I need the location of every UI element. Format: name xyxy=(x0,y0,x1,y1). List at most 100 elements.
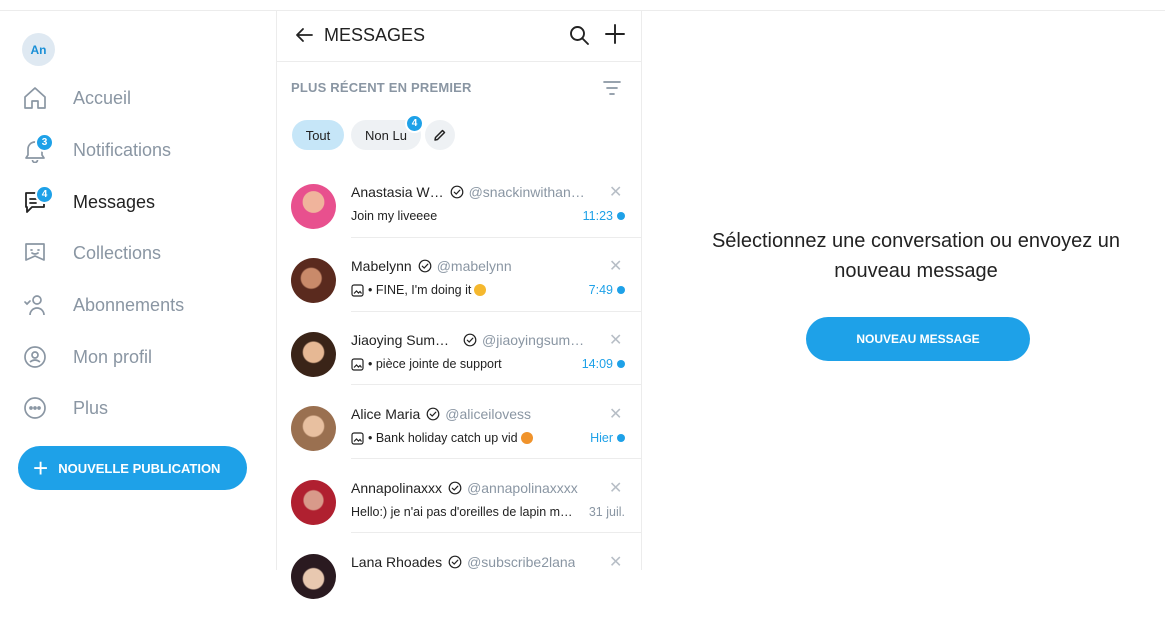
message-time: 31 juil. xyxy=(588,505,625,519)
close-icon[interactable]: ✕ xyxy=(609,333,622,349)
close-icon[interactable]: ✕ xyxy=(609,407,622,423)
contact-name: Mabelynn xyxy=(351,258,412,274)
filter-unread-chip[interactable]: Non Lu 4 xyxy=(351,114,424,150)
conversation-preview: • FINE, I'm doing it 7:49 xyxy=(351,283,625,297)
message-preview: • pièce jointe de support xyxy=(368,357,502,371)
bell-icon: 3 xyxy=(22,133,54,164)
conversation-header: Jiaoying Sum… @jiaoyingsum… xyxy=(351,332,591,348)
unread-dot xyxy=(617,212,625,220)
chat-icon: 4 xyxy=(22,185,54,215)
avatar xyxy=(291,406,336,451)
pencil-icon xyxy=(434,129,446,141)
message-preview: Hello:) je n'ai pas d'oreilles de lapin … xyxy=(351,505,573,519)
conversation-preview: • pièce jointe de support 14:09 xyxy=(351,357,625,371)
unread-dot xyxy=(617,286,625,294)
nav-label: Plus xyxy=(73,397,109,418)
close-icon[interactable]: ✕ xyxy=(609,259,622,275)
conversation-header: Mabelynn @mabelynn xyxy=(351,258,591,274)
messages-badge: 4 xyxy=(35,185,54,204)
filter-all-chip[interactable]: Tout xyxy=(292,120,344,150)
unread-dot xyxy=(617,434,625,442)
bookmark-icon xyxy=(22,240,48,266)
emoji-icon xyxy=(520,432,533,444)
new-post-label: NOUVELLE PUBLICATION xyxy=(58,460,221,476)
unread-dot xyxy=(617,360,625,368)
conversation-item[interactable]: Jiaoying Sum… @jiaoyingsum… ✕ • pièce jo… xyxy=(277,324,641,397)
nav-messages[interactable]: 4 Messages xyxy=(22,182,155,222)
new-post-button[interactable]: + NOUVELLE PUBLICATION xyxy=(18,446,247,490)
nav-label: Accueil xyxy=(73,87,132,108)
nav-accueil[interactable]: Accueil xyxy=(22,78,131,118)
conversation-item[interactable]: Alice Maria @aliceilovess ✕ • Bank holid… xyxy=(277,398,641,471)
conversation-header: Annapolinaxxx @annapolinaxxxx xyxy=(351,480,591,496)
nav-label: Collections xyxy=(73,242,162,263)
messages-title: MESSAGES xyxy=(324,25,426,45)
contact-handle: @snackinwithana… xyxy=(468,184,591,200)
unread-badge: 4 xyxy=(405,114,424,133)
plus-icon: + xyxy=(33,453,49,483)
sidebar: An Accueil 3 Notifications 4 Messages Co… xyxy=(0,10,276,570)
messages-header: MESSAGES xyxy=(277,10,641,62)
conversation-header: Anastasia W… @snackinwithana… xyxy=(351,184,591,200)
profile-icon xyxy=(22,344,48,370)
avatar xyxy=(291,258,336,303)
nav-plus[interactable]: Plus xyxy=(22,388,108,428)
filter-all-label: Tout xyxy=(305,127,331,143)
new-message-button[interactable]: NOUVEAU MESSAGE xyxy=(806,317,1030,361)
contact-name: Jiaoying Sum… xyxy=(351,332,450,348)
nav-label: Abonnements xyxy=(73,294,185,315)
verified-icon xyxy=(448,555,462,569)
conversation-item[interactable]: Anastasia W… @snackinwithana… ✕ Join my … xyxy=(277,176,641,249)
contact-handle: @annapolinaxxxx xyxy=(467,480,578,496)
conversation-item[interactable]: Lana Rhoades @subscribe2lana ✕ xyxy=(277,546,641,619)
more-icon xyxy=(22,395,48,421)
home-icon xyxy=(22,85,48,111)
contact-handle: @subscribe2lana xyxy=(467,554,576,570)
contact-handle: @aliceilovess xyxy=(445,406,532,422)
image-attachment-icon xyxy=(351,431,364,445)
back-arrow-icon[interactable] xyxy=(293,24,315,46)
message-preview: • Bank holiday catch up vid xyxy=(368,431,590,445)
avatar xyxy=(291,184,336,229)
contact-name: Anastasia W… xyxy=(351,184,444,200)
contact-handle: @mabelynn xyxy=(436,258,512,274)
nav-notifications[interactable]: 3 Notifications xyxy=(22,130,171,170)
verified-icon xyxy=(418,259,432,273)
nav-abonnements[interactable]: Abonnements xyxy=(22,285,184,325)
message-time: 11:23 xyxy=(583,209,625,223)
contact-handle: @jiaoyingsum… xyxy=(482,332,585,348)
verified-icon xyxy=(450,185,463,199)
close-icon[interactable]: ✕ xyxy=(609,555,622,571)
image-attachment-icon xyxy=(351,283,364,297)
sort-icon[interactable] xyxy=(601,78,623,98)
conversation-item[interactable]: Annapolinaxxx @annapolinaxxxx ✕ Hello:) … xyxy=(277,472,641,545)
conversation-preview: Hello:) je n'ai pas d'oreilles de lapin … xyxy=(351,505,625,519)
conversation-preview: Join my liveeee 11:23 xyxy=(351,209,625,223)
verified-icon xyxy=(426,407,440,421)
image-attachment-icon xyxy=(351,357,364,371)
close-icon[interactable]: ✕ xyxy=(609,185,622,201)
nav-mon-profil[interactable]: Mon profil xyxy=(22,337,152,377)
close-icon[interactable]: ✕ xyxy=(609,481,622,497)
edit-filters-button[interactable] xyxy=(425,120,455,150)
divider xyxy=(351,237,641,238)
emoji-icon xyxy=(474,284,487,296)
filter-unread-label: Non Lu xyxy=(365,127,407,143)
conversation-preview: • Bank holiday catch up vid Hier xyxy=(351,431,625,445)
nav-label: Messages xyxy=(73,191,156,212)
sort-label: PLUS RÉCENT EN PREMIER xyxy=(291,80,472,95)
divider xyxy=(351,384,641,385)
message-time: Hier xyxy=(590,431,625,445)
conversation-header: Lana Rhoades @subscribe2lana xyxy=(351,554,591,570)
contact-name: Annapolinaxxx xyxy=(351,480,443,496)
nav-collections[interactable]: Collections xyxy=(22,233,161,273)
message-preview: • FINE, I'm doing it xyxy=(368,283,589,297)
divider xyxy=(351,532,641,533)
conversation-item[interactable]: Mabelynn @mabelynn ✕ • FINE, I'm doing i… xyxy=(277,250,641,323)
new-conversation-icon[interactable] xyxy=(603,22,627,46)
avatar xyxy=(291,332,336,377)
search-icon[interactable] xyxy=(568,24,590,46)
subscriptions-icon xyxy=(22,292,48,318)
user-avatar[interactable]: An xyxy=(22,33,55,66)
verified-icon xyxy=(463,333,477,347)
